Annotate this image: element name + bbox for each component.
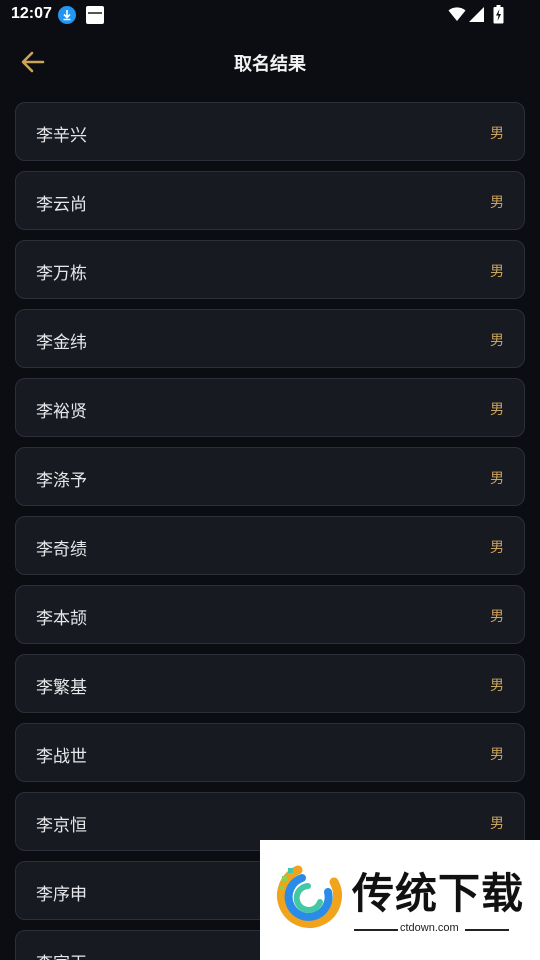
gender-label: 男	[490, 816, 504, 832]
list-item[interactable]: 李辛兴 男	[15, 102, 525, 161]
list-item[interactable]: 李金纬 男	[15, 309, 525, 368]
name-label: 李序申	[36, 885, 87, 905]
app-screen: 12:07 取名结果 李辛兴男 李云尚男 李万栋男 李金纬男 李裕贤男 李涤予男…	[0, 0, 540, 960]
list-item[interactable]: 李战世 男	[15, 723, 525, 782]
signal-icon	[469, 7, 484, 22]
name-label: 李万栋	[36, 264, 87, 284]
watermark-title: 传统下载	[352, 869, 525, 918]
result-list: 李辛兴男 李云尚男 李万栋男 李金纬男 李裕贤男 李涤予男 李奇绩男 李本颉男 …	[15, 102, 525, 960]
name-label: 李京恒	[36, 816, 87, 836]
name-label: 李繁基	[36, 678, 87, 698]
watermark-divider	[354, 929, 398, 931]
status-bar: 12:07	[0, 0, 540, 32]
name-label: 李辛兴	[36, 126, 87, 146]
watermark-url: ctdown.com	[400, 922, 459, 934]
battery-charging-icon	[493, 5, 504, 24]
gender-label: 男	[490, 678, 504, 694]
gender-label: 男	[490, 195, 504, 211]
gender-label: 男	[490, 333, 504, 349]
gender-label: 男	[490, 471, 504, 487]
name-label: 李战世	[36, 747, 87, 767]
name-label: 李本颉	[36, 609, 87, 629]
gender-label: 男	[490, 540, 504, 556]
notification-icon	[86, 6, 104, 24]
list-item[interactable]: 李万栋 男	[15, 240, 525, 299]
download-icon	[58, 6, 76, 24]
page-title: 取名结果	[234, 54, 306, 75]
list-item[interactable]: 李云尚 男	[15, 171, 525, 230]
gender-label: 男	[490, 747, 504, 763]
list-item[interactable]: 李繁基 男	[15, 654, 525, 713]
list-item[interactable]: 李裕贤 男	[15, 378, 525, 437]
name-label: 李裕贤	[36, 402, 87, 422]
ctdown-logo-icon	[277, 865, 342, 928]
header: 取名结果	[0, 32, 540, 90]
list-item[interactable]: 李涤予 男	[15, 447, 525, 506]
list-item[interactable]: 李奇绩 男	[15, 516, 525, 575]
gender-label: 男	[490, 126, 504, 142]
name-label: 李宣玉	[36, 949, 87, 960]
gender-label: 男	[490, 402, 504, 418]
gender-label: 男	[490, 609, 504, 625]
wifi-icon	[448, 7, 466, 21]
watermark: 传统下载 ctdown.com	[260, 840, 540, 960]
list-item[interactable]: 李本颉 男	[15, 585, 525, 644]
gender-label: 男	[490, 264, 504, 280]
name-label: 李奇绩	[36, 540, 87, 560]
status-time: 12:07	[11, 5, 52, 22]
name-label: 李云尚	[36, 195, 87, 215]
name-label: 李金纬	[36, 333, 87, 353]
watermark-divider	[465, 929, 509, 931]
name-label: 李涤予	[36, 471, 87, 491]
